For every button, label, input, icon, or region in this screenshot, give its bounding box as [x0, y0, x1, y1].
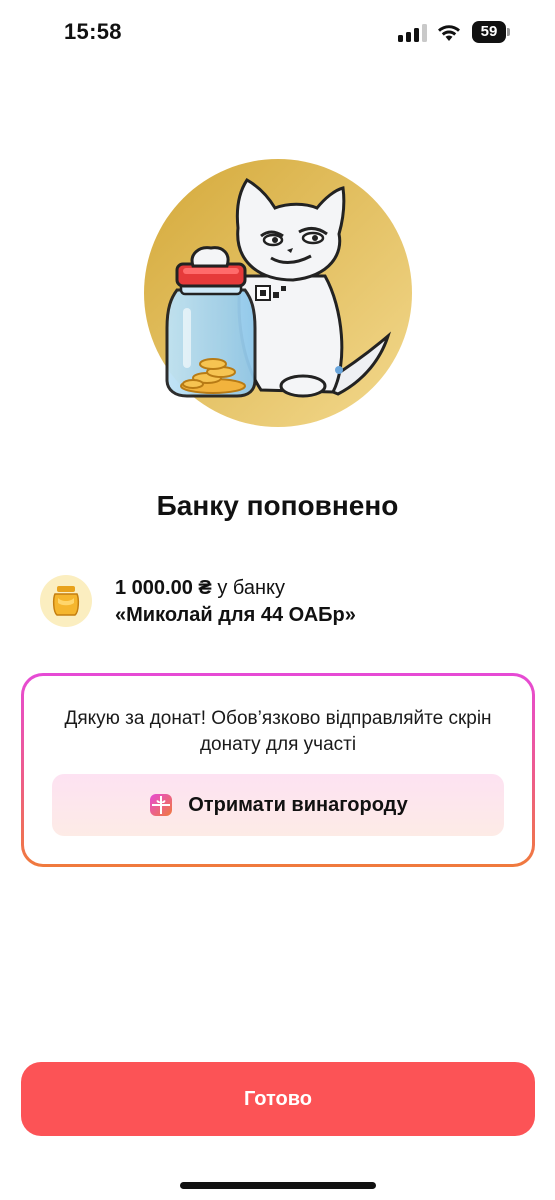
signal-icon	[398, 24, 428, 42]
promo-card: Дякую за донат! Обов’язково відправляйте…	[21, 673, 535, 867]
jar-info-row: 1 000.00 ₴ у банку «Миколай для 44 ОАБр»	[40, 572, 520, 628]
amount-value: 1 000.00 ₴	[115, 577, 212, 599]
promo-message: Дякую за донат! Обов’язково відправляйте…	[64, 708, 492, 755]
gift-icon	[150, 794, 173, 816]
jar-name: «Миколай для 44 ОАБр»	[115, 604, 356, 626]
page-title: Банку поповнено	[156, 490, 399, 521]
battery-level: 59	[472, 21, 506, 43]
done-button[interactable]: Готово	[21, 1062, 535, 1136]
status-bar: 15:58 59	[0, 0, 555, 64]
wifi-icon	[438, 25, 460, 41]
amount-suffix: у банку	[217, 577, 286, 599]
battery-icon: 59	[472, 21, 510, 43]
home-indicator	[180, 1182, 376, 1189]
get-reward-button[interactable]: Отримати винагороду	[52, 774, 504, 836]
amount-line: 1 000.00 ₴ у банку	[115, 577, 285, 600]
honey-jar-icon	[40, 575, 92, 627]
status-time: 15:58	[64, 19, 122, 44]
reward-button-label: Отримати винагороду	[188, 793, 408, 816]
cat-with-jar-illustration	[144, 159, 412, 427]
